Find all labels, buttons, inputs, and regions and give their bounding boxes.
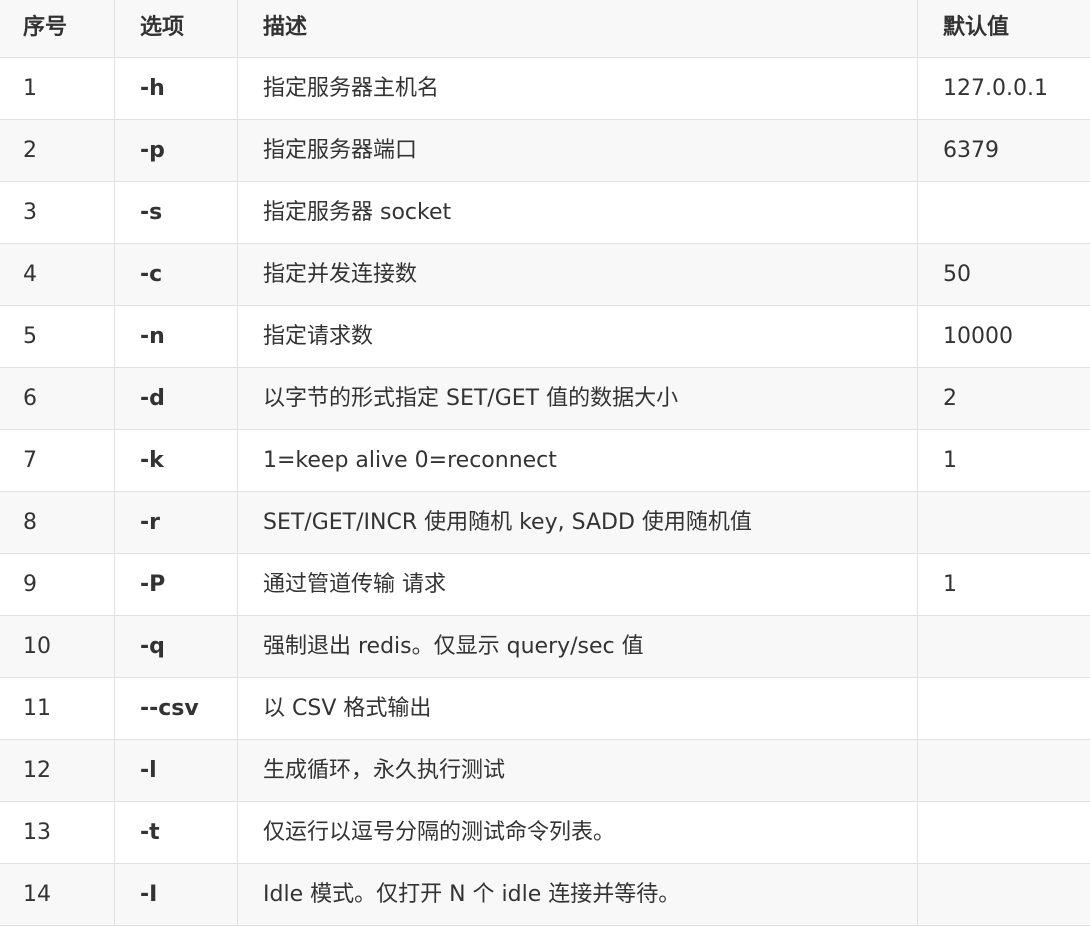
cell-number: 1 <box>0 58 115 120</box>
header-row: 序号 选项 描述 默认值 <box>0 0 1090 58</box>
cell-number: 7 <box>0 430 115 492</box>
cell-default: 1 <box>918 554 1090 616</box>
cell-description: 通过管道传输 请求 <box>238 554 918 616</box>
cell-description: 以字节的形式指定 SET/GET 值的数据大小 <box>238 368 918 430</box>
cell-option: -r <box>115 492 238 554</box>
cell-default: 1 <box>918 430 1090 492</box>
cell-description: 指定请求数 <box>238 306 918 368</box>
table-row: 5-n指定请求数10000 <box>0 306 1090 368</box>
cell-option: -k <box>115 430 238 492</box>
cell-number: 8 <box>0 492 115 554</box>
cell-description: 指定服务器端口 <box>238 120 918 182</box>
table-row: 2-p指定服务器端口6379 <box>0 120 1090 182</box>
cell-description: 指定并发连接数 <box>238 244 918 306</box>
table-row: 7-k1=keep alive 0=reconnect1 <box>0 430 1090 492</box>
table-row: 14-IIdle 模式。仅打开 N 个 idle 连接并等待。 <box>0 864 1090 926</box>
cell-option: -P <box>115 554 238 616</box>
table-row: 11--csv以 CSV 格式输出 <box>0 678 1090 740</box>
cell-option: --csv <box>115 678 238 740</box>
cell-default <box>918 492 1090 554</box>
cell-option: -d <box>115 368 238 430</box>
cell-option: -p <box>115 120 238 182</box>
cell-description: 指定服务器 socket <box>238 182 918 244</box>
table-body: 1-h指定服务器主机名127.0.0.12-p指定服务器端口63793-s指定服… <box>0 58 1090 926</box>
cell-default: 6379 <box>918 120 1090 182</box>
cell-number: 5 <box>0 306 115 368</box>
cell-number: 4 <box>0 244 115 306</box>
redis-benchmark-options-table: 序号 选项 描述 默认值 1-h指定服务器主机名127.0.0.12-p指定服务… <box>0 0 1090 926</box>
cell-description: Idle 模式。仅打开 N 个 idle 连接并等待。 <box>238 864 918 926</box>
cell-number: 11 <box>0 678 115 740</box>
table-row: 3-s指定服务器 socket <box>0 182 1090 244</box>
header-option: 选项 <box>115 0 238 58</box>
cell-description: 1=keep alive 0=reconnect <box>238 430 918 492</box>
table-header: 序号 选项 描述 默认值 <box>0 0 1090 58</box>
cell-description: 以 CSV 格式输出 <box>238 678 918 740</box>
cell-option: -c <box>115 244 238 306</box>
cell-default <box>918 740 1090 802</box>
cell-number: 10 <box>0 616 115 678</box>
cell-option: -l <box>115 740 238 802</box>
table-row: 13-t仅运行以逗号分隔的测试命令列表。 <box>0 802 1090 864</box>
cell-option: -t <box>115 802 238 864</box>
table-row: 10-q强制退出 redis。仅显示 query/sec 值 <box>0 616 1090 678</box>
cell-description: SET/GET/INCR 使用随机 key, SADD 使用随机值 <box>238 492 918 554</box>
cell-number: 14 <box>0 864 115 926</box>
cell-default: 127.0.0.1 <box>918 58 1090 120</box>
table-row: 8-rSET/GET/INCR 使用随机 key, SADD 使用随机值 <box>0 492 1090 554</box>
cell-default: 10000 <box>918 306 1090 368</box>
cell-default <box>918 678 1090 740</box>
table-row: 1-h指定服务器主机名127.0.0.1 <box>0 58 1090 120</box>
header-description: 描述 <box>238 0 918 58</box>
cell-option: -q <box>115 616 238 678</box>
cell-option: -I <box>115 864 238 926</box>
cell-description: 生成循环，永久执行测试 <box>238 740 918 802</box>
cell-number: 3 <box>0 182 115 244</box>
cell-description: 指定服务器主机名 <box>238 58 918 120</box>
cell-default <box>918 864 1090 926</box>
cell-description: 仅运行以逗号分隔的测试命令列表。 <box>238 802 918 864</box>
table-row: 12-l生成循环，永久执行测试 <box>0 740 1090 802</box>
cell-description: 强制退出 redis。仅显示 query/sec 值 <box>238 616 918 678</box>
cell-number: 2 <box>0 120 115 182</box>
cell-default <box>918 182 1090 244</box>
cell-default <box>918 616 1090 678</box>
cell-number: 13 <box>0 802 115 864</box>
header-number: 序号 <box>0 0 115 58</box>
cell-default: 2 <box>918 368 1090 430</box>
table-row: 9-P通过管道传输 请求1 <box>0 554 1090 616</box>
cell-default: 50 <box>918 244 1090 306</box>
cell-default <box>918 802 1090 864</box>
header-default: 默认值 <box>918 0 1090 58</box>
table-row: 4-c指定并发连接数50 <box>0 244 1090 306</box>
table-row: 6-d以字节的形式指定 SET/GET 值的数据大小2 <box>0 368 1090 430</box>
cell-option: -s <box>115 182 238 244</box>
cell-number: 6 <box>0 368 115 430</box>
cell-option: -n <box>115 306 238 368</box>
cell-number: 12 <box>0 740 115 802</box>
cell-option: -h <box>115 58 238 120</box>
cell-number: 9 <box>0 554 115 616</box>
